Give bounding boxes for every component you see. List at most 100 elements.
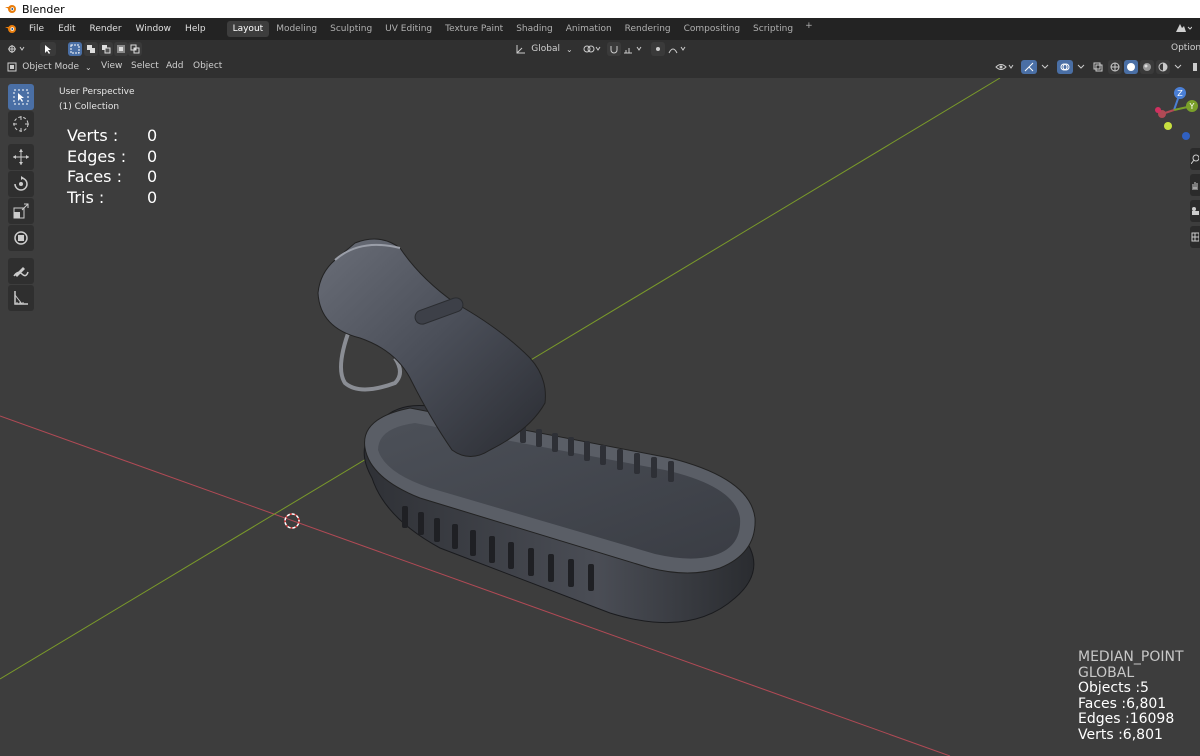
stat-value: 0 — [147, 187, 158, 207]
navigation-gizmo[interactable]: Z Y — [1150, 86, 1200, 146]
rotate-tool[interactable] — [8, 171, 34, 197]
tool-header: Global ⌄ Options — [0, 40, 1200, 58]
menu-help[interactable]: Help — [178, 24, 213, 34]
stat-row: Edges : 0 — [67, 147, 157, 168]
gizmo-dropdown-icon[interactable] — [1039, 60, 1051, 74]
chevron-down-icon: ⌄ — [85, 62, 92, 72]
zoom-icon — [1191, 154, 1199, 164]
transform-icon — [12, 229, 30, 247]
sardine-can-model[interactable] — [317, 238, 756, 624]
annotate-tool[interactable] — [8, 258, 34, 284]
camera-view-button[interactable] — [1190, 200, 1200, 222]
camera-icon — [1191, 206, 1199, 216]
move-tool[interactable] — [8, 144, 34, 170]
editor-type-icon[interactable] — [6, 42, 30, 56]
select-intersect-icon[interactable] — [128, 42, 142, 56]
orientation-icon — [516, 45, 526, 54]
falloff-icon[interactable] — [667, 42, 689, 56]
overlays-toggle-icon[interactable] — [1057, 60, 1073, 74]
menu-window[interactable]: Window — [129, 24, 179, 34]
edges-count: Edges :16098 — [1078, 711, 1175, 727]
solid-shading-icon[interactable] — [1124, 60, 1138, 74]
select-extend-icon[interactable] — [84, 42, 98, 56]
measure-tool[interactable] — [8, 285, 34, 311]
zoom-button[interactable] — [1190, 148, 1200, 170]
cursor-icon — [12, 115, 30, 133]
top-menubar: File Edit Render Window Help Layout Mode… — [0, 18, 1200, 40]
proportional-edit-icon[interactable] — [651, 42, 665, 56]
scale-tool[interactable] — [8, 198, 34, 224]
add-workspace-button[interactable]: + — [800, 21, 818, 37]
shading-dropdown-icon[interactable] — [1172, 60, 1184, 74]
wireframe-shading-icon[interactable] — [1108, 60, 1122, 74]
scene-selector-icon[interactable] — [1174, 21, 1192, 35]
tab-animation[interactable]: Animation — [560, 21, 618, 37]
overlays-dropdown-icon[interactable] — [1075, 60, 1087, 74]
objects-count: Objects :5 — [1078, 680, 1149, 696]
window-title: Blender — [22, 2, 65, 16]
tab-scripting[interactable]: Scripting — [747, 21, 799, 37]
menu-file[interactable]: File — [22, 24, 51, 34]
sidebar-toggle-icon[interactable] — [1190, 60, 1200, 74]
select-box-tool[interactable] — [8, 84, 34, 110]
select-new-icon[interactable] — [68, 42, 82, 56]
menu-object[interactable]: Object — [193, 61, 222, 71]
gizmo-neg-y[interactable] — [1164, 122, 1172, 130]
grid-icon — [1191, 232, 1199, 242]
material-shading-icon[interactable] — [1140, 60, 1154, 74]
tab-compositing[interactable]: Compositing — [678, 21, 746, 37]
menu-render[interactable]: Render — [83, 24, 129, 34]
xray-toggle-icon[interactable] — [1091, 60, 1105, 74]
tab-shading[interactable]: Shading — [510, 21, 559, 37]
viewport-canvas[interactable] — [0, 78, 1200, 756]
tab-texture-paint[interactable]: Texture Paint — [439, 21, 509, 37]
menu-add[interactable]: Add — [166, 61, 183, 71]
transform-tool[interactable] — [8, 225, 34, 251]
select-mode-icon[interactable] — [40, 42, 56, 56]
stat-row: Faces : 0 — [67, 167, 157, 188]
stat-value: 0 — [147, 167, 158, 186]
orientation-dropdown[interactable]: Global ⌄ — [513, 42, 575, 56]
menu-view[interactable]: View — [101, 61, 122, 71]
snap-toggle-icon[interactable] — [607, 42, 621, 56]
stat-value: 0 — [147, 126, 158, 145]
stat-row: Tris : 0 — [67, 188, 157, 209]
cursor-tool[interactable] — [8, 111, 34, 137]
workspace-tabs: Layout Modeling Sculpting UV Editing Tex… — [226, 21, 818, 37]
rendered-shading-icon[interactable] — [1156, 60, 1170, 74]
mode-label: Object Mode — [22, 62, 79, 72]
selection-stats: Verts : 0 Edges : 0 Faces : 0 Tris : 0 — [67, 126, 157, 208]
tab-uv-editing[interactable]: UV Editing — [379, 21, 438, 37]
visibility-icon[interactable] — [994, 60, 1018, 74]
select-invert-icon[interactable] — [114, 42, 128, 56]
menu-edit[interactable]: Edit — [51, 24, 82, 34]
tool-shelf — [6, 84, 36, 312]
mode-dropdown[interactable]: Object Mode ⌄ — [6, 60, 92, 74]
stat-row: Verts : 0 — [67, 126, 157, 147]
pan-button[interactable] — [1190, 174, 1200, 196]
gizmo-toggle-icon[interactable] — [1021, 60, 1037, 74]
move-icon — [12, 148, 30, 166]
pivot-point-icon[interactable] — [581, 42, 603, 56]
collection-name: (1) Collection — [59, 102, 120, 112]
object-mode-icon — [7, 62, 17, 72]
tab-layout[interactable]: Layout — [226, 21, 270, 37]
tab-modeling[interactable]: Modeling — [270, 21, 323, 37]
perspective-toggle-button[interactable] — [1190, 226, 1200, 248]
blender-logo-icon — [4, 2, 18, 16]
stat-value: 0 — [147, 146, 158, 166]
menu-select[interactable]: Select — [131, 61, 159, 71]
tab-sculpting[interactable]: Sculpting — [324, 21, 378, 37]
options-menu[interactable]: Options — [1171, 43, 1200, 53]
tab-rendering[interactable]: Rendering — [619, 21, 677, 37]
snap-target-icon[interactable] — [622, 42, 648, 56]
select-subtract-icon[interactable] — [99, 42, 113, 56]
stat-label: Verts : — [67, 126, 119, 145]
gizmo-neg-x[interactable] — [1155, 107, 1161, 113]
stat-label: Edges : — [67, 146, 127, 166]
blender-menu-icon[interactable] — [0, 23, 22, 35]
gizmo-neg-z[interactable] — [1182, 132, 1190, 140]
scene-stats-overlay: MEDIAN_POINT GLOBAL Objects :5 Faces :6,… — [1078, 649, 1184, 743]
gizmo-y-label: Y — [1189, 102, 1195, 111]
pivot-mode-text: MEDIAN_POINT — [1078, 649, 1184, 665]
